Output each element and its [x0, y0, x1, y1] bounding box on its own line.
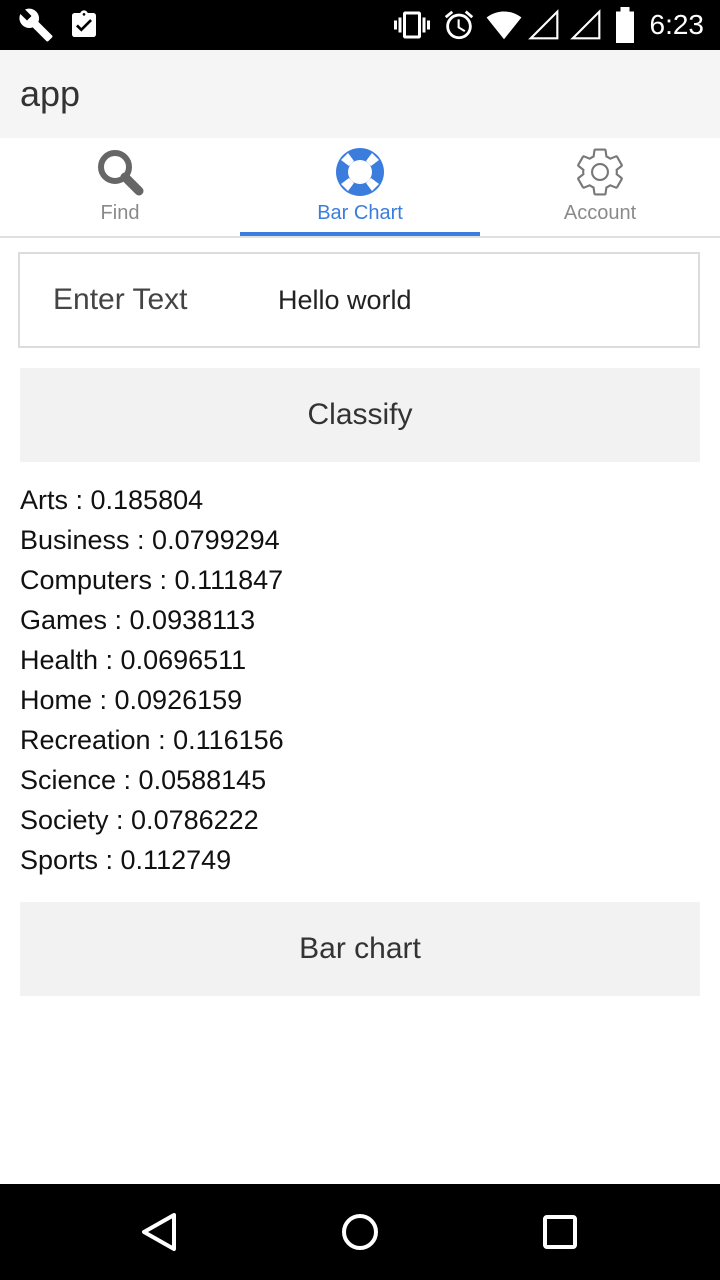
result-item: Computers : 0.111847 [20, 565, 284, 595]
result-item: Sports : 0.112749 [20, 845, 232, 875]
status-bar: 6:23 [0, 0, 720, 50]
tab-bar-chart[interactable]: Bar Chart [240, 138, 480, 236]
search-icon [92, 144, 148, 200]
gear-icon [572, 144, 628, 200]
app-screen: 6:23 app Find Bar Chart Account Enter Te… [0, 0, 720, 1280]
clipboard-check-icon [68, 0, 100, 50]
result-item: Society : 0.0786222 [20, 805, 259, 835]
battery-icon [612, 0, 638, 50]
signal-icon [528, 0, 560, 50]
tab-find-label: Find [100, 202, 140, 224]
result-item: Health : 0.0696511 [20, 645, 247, 675]
tab-account[interactable]: Account [480, 138, 720, 236]
result-item: Games : 0.0938113 [20, 605, 256, 635]
navigation-bar [0, 1184, 720, 1280]
tab-bar: Find Bar Chart Account [0, 138, 720, 238]
result-item: Business : 0.0799294 [20, 525, 280, 555]
vibrate-icon [394, 0, 430, 50]
result-item: Arts : 0.185804 [20, 485, 204, 515]
tab-indicator [240, 232, 480, 236]
text-input[interactable] [278, 276, 678, 324]
alarm-icon [442, 0, 476, 50]
signal-icon [570, 0, 602, 50]
text-input-row: Enter Text [18, 252, 700, 348]
bar-chart-button[interactable]: Bar chart [20, 902, 700, 996]
recents-icon[interactable] [536, 1208, 584, 1256]
app-bar: app [0, 50, 720, 138]
tab-account-label: Account [563, 202, 637, 224]
tab-find[interactable]: Find [0, 138, 240, 236]
home-icon[interactable] [336, 1208, 384, 1256]
app-title: app [20, 73, 81, 114]
result-item: Recreation : 0.116156 [20, 725, 284, 755]
result-item: Science : 0.0588145 [20, 765, 267, 795]
results-list: Arts : 0.185804 Business : 0.0799294 Com… [20, 480, 700, 880]
classify-button[interactable]: Classify [20, 368, 700, 462]
lifebuoy-icon [332, 144, 388, 200]
wrench-icon [18, 0, 54, 50]
wifi-icon [486, 0, 522, 50]
result-item: Home : 0.0926159 [20, 685, 243, 715]
back-icon[interactable] [136, 1208, 184, 1256]
enter-text-label: Enter Text [53, 283, 188, 316]
tab-bar-chart-label: Bar Chart [317, 202, 403, 224]
status-time: 6:23 [649, 9, 705, 40]
